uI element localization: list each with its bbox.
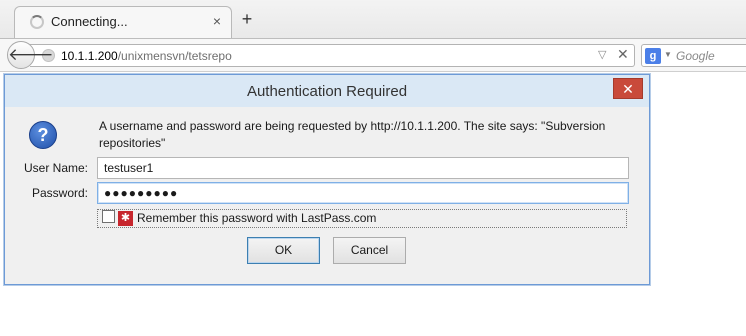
- url-text[interactable]: 10.1.1.200/unixmensvn/tetsrepo: [61, 49, 232, 63]
- password-label: Password:: [31, 186, 88, 200]
- tab-title: Connecting...: [51, 14, 128, 29]
- dialog-title: Authentication Required: [246, 83, 408, 100]
- ok-button[interactable]: OK: [247, 237, 320, 264]
- lastpass-icon: ✱: [118, 211, 133, 226]
- auth-message: A username and password are being reques…: [99, 119, 606, 150]
- tab-strip: Connecting... × +: [0, 0, 746, 38]
- url-path: /unixmensvn/tetsrepo: [117, 49, 232, 63]
- password-field[interactable]: ●●●●●●●●●: [97, 182, 629, 204]
- url-host: 10.1.1.200: [61, 49, 118, 63]
- dialog-body: ? A username and password are being requ…: [5, 107, 649, 284]
- dialog-close-button[interactable]: ✕: [613, 78, 643, 99]
- remember-password-label[interactable]: Remember this password with LastPass.com: [137, 211, 376, 225]
- username-label: User Name:: [23, 161, 88, 175]
- back-button[interactable]: 🡐: [7, 41, 54, 69]
- question-icon: ?: [29, 121, 57, 149]
- history-dropdown-icon[interactable]: ▽: [598, 48, 606, 61]
- loading-spinner-icon: [30, 15, 44, 29]
- search-engine-dropdown-icon[interactable]: ▼: [664, 50, 672, 59]
- stop-icon[interactable]: ✕: [617, 46, 629, 63]
- username-field[interactable]: testuser1: [97, 157, 629, 179]
- navigation-bar: 10.1.1.200/unixmensvn/tetsrepo ▽ ✕ 🡐 g ▼…: [0, 38, 746, 72]
- cancel-button[interactable]: Cancel: [333, 237, 406, 264]
- authentication-dialog: Authentication Required ✕ ? A username a…: [4, 74, 650, 285]
- dialog-titlebar[interactable]: Authentication Required ✕: [5, 75, 649, 107]
- tab-close-icon[interactable]: ×: [208, 12, 226, 30]
- remember-password-checkbox[interactable]: [102, 210, 115, 223]
- google-icon[interactable]: g: [645, 48, 661, 64]
- new-tab-button[interactable]: +: [238, 10, 256, 28]
- tab-connecting[interactable]: Connecting... ×: [14, 6, 232, 38]
- search-placeholder: Google: [676, 49, 715, 63]
- url-bar[interactable]: 10.1.1.200/unixmensvn/tetsrepo ▽ ✕: [30, 44, 635, 67]
- remember-password-row[interactable]: ✱ Remember this password with LastPass.c…: [97, 209, 627, 228]
- search-bar[interactable]: g ▼ Google: [641, 44, 746, 67]
